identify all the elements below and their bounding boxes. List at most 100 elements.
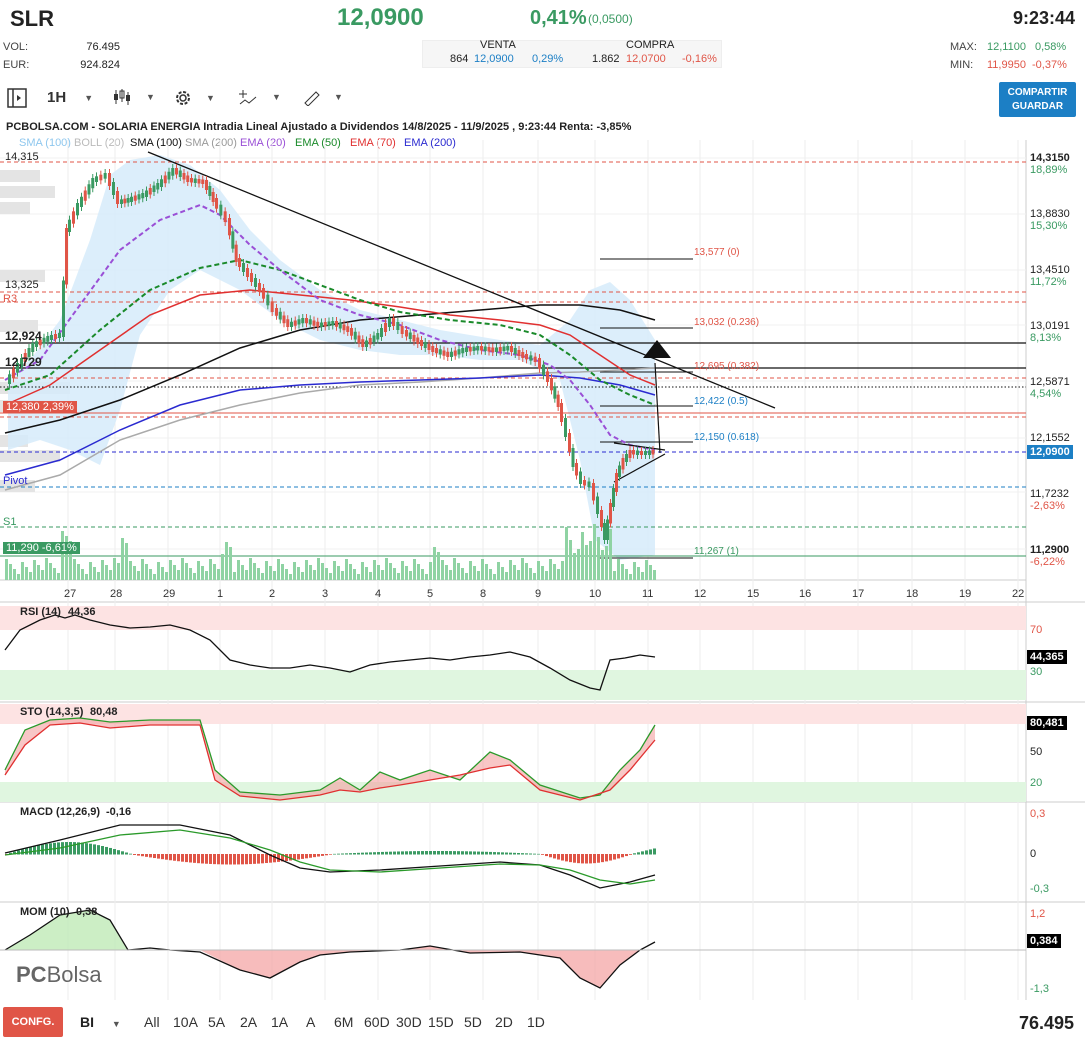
volume-bar: [381, 570, 384, 580]
range-1d[interactable]: 1D: [527, 1014, 545, 1030]
volume-bar: [105, 565, 108, 580]
candle-body: [533, 356, 537, 362]
macd-bar: [317, 854, 320, 857]
macd-level-0: 0: [1030, 848, 1037, 860]
axis-pct-1889: 18,89%: [1030, 164, 1068, 176]
range-6m[interactable]: 6M: [334, 1014, 353, 1030]
macd-bar: [21, 849, 24, 855]
settings-button[interactable]: ▼: [172, 87, 215, 109]
macd-bar: [165, 854, 168, 860]
max-pct: 0,58%: [1035, 41, 1067, 53]
volume-bar: [537, 561, 540, 580]
indicators-button[interactable]: ▼: [238, 88, 281, 106]
macd-bar: [437, 851, 440, 855]
candle-body: [405, 330, 408, 337]
range-a[interactable]: A: [306, 1014, 315, 1030]
candle-body: [99, 174, 103, 181]
range-2d[interactable]: 2D: [495, 1014, 513, 1030]
candle-body: [600, 510, 603, 527]
chart-mode-selector[interactable]: BI ▼: [80, 1014, 121, 1030]
macd-bar: [497, 852, 500, 855]
price-chart[interactable]: [0, 120, 1090, 1008]
volume-bar: [301, 572, 304, 580]
range-5d[interactable]: 5D: [464, 1014, 482, 1030]
volume-bar: [461, 568, 464, 580]
axis-pct-263: -2,63%: [1030, 500, 1065, 512]
range-15d[interactable]: 15D: [428, 1014, 454, 1030]
volume-bar: [525, 563, 528, 580]
candle-body: [116, 191, 119, 204]
macd-bar: [201, 854, 204, 864]
range-1a[interactable]: 1A: [271, 1014, 288, 1030]
volume-bar: [85, 574, 88, 580]
share-save-button[interactable]: COMPARTIR GUARDAR: [999, 82, 1076, 117]
chart-type-button[interactable]: ▼: [112, 88, 155, 106]
macd-bar: [337, 853, 340, 855]
sto-level-50: 50: [1030, 746, 1043, 758]
candle-body: [137, 194, 141, 200]
macd-bar: [389, 851, 392, 855]
volume-bar: [645, 560, 648, 580]
range-5a[interactable]: 5A: [208, 1014, 225, 1030]
candle-body: [250, 273, 253, 282]
macd-bar: [313, 854, 316, 858]
candle-body: [546, 371, 549, 382]
candle-body: [372, 335, 376, 342]
interval-selector[interactable]: 1H ▼: [47, 89, 93, 106]
macd-bar: [365, 852, 368, 855]
candle-body: [201, 179, 205, 184]
candle-body: [205, 180, 208, 190]
macd-bar: [377, 852, 380, 855]
macd-bar: [573, 854, 576, 863]
axis-13883: 13,8830: [1030, 208, 1070, 220]
macd-bar: [117, 850, 120, 855]
label-13325: 13,325: [5, 279, 39, 291]
label-high: 14,315: [5, 151, 39, 163]
candle-body: [215, 198, 218, 209]
volume-bar: [217, 569, 220, 580]
candle-body: [502, 346, 506, 351]
axis-12155: 12,1552: [1030, 432, 1070, 444]
macd-bar: [137, 854, 140, 856]
x-label: 8: [480, 588, 487, 600]
candle-body: [384, 323, 387, 332]
chevron-down-icon: ▼: [84, 92, 94, 103]
axis-pct-454: 4,54%: [1030, 388, 1062, 400]
candle-body: [587, 481, 591, 487]
macd-bar: [629, 854, 632, 855]
x-label: 2: [269, 588, 276, 600]
candle-body: [58, 333, 61, 338]
macd-bar: [341, 853, 344, 855]
config-button[interactable]: CONFG.: [3, 1007, 63, 1037]
range-2a[interactable]: 2A: [240, 1014, 257, 1030]
volume-bar: [157, 562, 160, 580]
mom-tag: 0,384: [1027, 934, 1061, 948]
volume-bar: [565, 527, 568, 580]
volume-bar: [425, 574, 428, 580]
drawing-tools-button[interactable]: ▼: [302, 88, 343, 106]
compra-pct: -0,16%: [682, 53, 717, 65]
range-10a[interactable]: 10A: [173, 1014, 198, 1030]
chart-mode-label: BI: [80, 1014, 94, 1030]
volume-bar: [653, 570, 656, 580]
range-all[interactable]: All: [144, 1014, 160, 1030]
label-11290: 11,290 -6,61%: [3, 542, 80, 554]
sidebar-toggle-button[interactable]: [6, 87, 28, 109]
volume-bar: [405, 566, 408, 580]
macd-bar: [257, 854, 260, 864]
volume-bar: [205, 571, 208, 580]
macd-bar: [641, 851, 644, 855]
candle-body: [80, 196, 83, 207]
eur-label: EUR:: [3, 59, 30, 71]
range-60d[interactable]: 60D: [364, 1014, 390, 1030]
range-30d[interactable]: 30D: [396, 1014, 422, 1030]
vol-label: VOL:: [3, 41, 29, 53]
macd-bar: [625, 854, 628, 857]
volume-bar: [93, 567, 96, 580]
macd-bar: [581, 854, 584, 864]
eur-value: 924.824: [80, 59, 120, 71]
candle-body: [568, 433, 571, 452]
macd-bar: [209, 854, 212, 864]
candle-body: [266, 294, 270, 306]
macd-bar: [425, 851, 428, 855]
